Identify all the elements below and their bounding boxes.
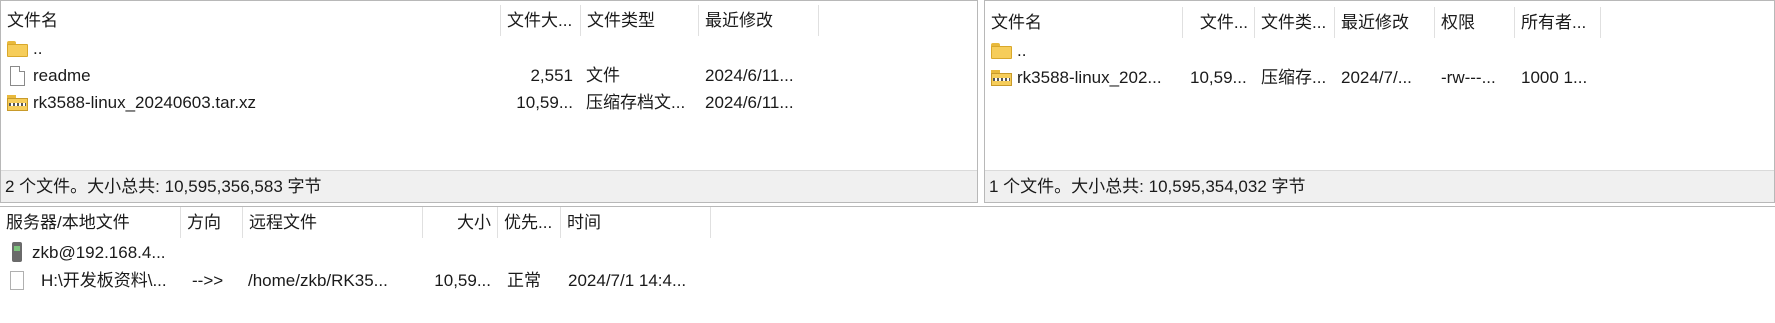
queue-col-priority-label: 优先... [504, 213, 553, 232]
file-size: 10,59... [516, 93, 573, 112]
remote-col-size[interactable]: 文件... [1183, 7, 1255, 38]
remote-col-type[interactable]: 文件类... [1255, 7, 1335, 38]
remote-col-size-label: 文件... [1199, 13, 1248, 32]
remote-file-list[interactable]: 文件名 ^ 文件... 文件类... 最近修改 权限 所有者... .. rk3… [984, 0, 1775, 203]
local-col-type-label: 文件类型 [587, 11, 655, 30]
folder-icon [991, 43, 1012, 59]
file-size: 2,551 [530, 66, 573, 85]
file-name: .. [1017, 41, 1027, 60]
remote-col-modified-label: 最近修改 [1341, 13, 1409, 32]
file-modified: 2024/6/11... [705, 66, 794, 85]
local-status-bar: 2 个文件。大小总共: 10,595,356,583 字节 [1, 170, 977, 202]
queue-col-local-file[interactable]: 服务器/本地文件 [0, 207, 181, 238]
remote-col-filename-label: 文件名 [991, 13, 1042, 32]
queue-col-direction[interactable]: 方向 [181, 207, 243, 238]
queue-col-size[interactable]: 大小 [423, 207, 498, 238]
list-item[interactable]: .. [985, 37, 1774, 64]
queue-server-row[interactable]: zkb@192.168.4... [0, 239, 1775, 266]
list-item[interactable]: rk3588-linux_20240603.tar.xz 10,59... 压缩… [1, 89, 977, 116]
remote-status-bar: 1 个文件。大小总共: 10,595,354,032 字节 [985, 170, 1774, 202]
file-owner: 1000 1... [1521, 68, 1588, 87]
local-col-modified[interactable]: 最近修改 [699, 5, 819, 36]
file-size: 10,59... [1190, 68, 1247, 87]
local-col-type[interactable]: 文件类型 [581, 5, 699, 36]
transfer-priority: 正常 [507, 271, 541, 290]
remote-status-text: 1 个文件。大小总共: 10,595,354,032 字节 [989, 177, 1306, 196]
queue-header: 服务器/本地文件 方向 远程文件 大小 优先... 时间 [0, 207, 1775, 238]
file-modified: 2024/6/11... [705, 93, 794, 112]
transfer-remote-file: /home/zkb/RK35... [248, 271, 388, 290]
queue-col-remote-file[interactable]: 远程文件 [243, 207, 423, 238]
queue-transfer-row[interactable]: H:\开发板资料\... -->> /home/zkb/RK35... 10,5… [0, 267, 1775, 294]
queue-col-time[interactable]: 时间 [561, 207, 711, 238]
file-type: 文件 [586, 66, 620, 85]
local-status-text: 2 个文件。大小总共: 10,595,356,583 字节 [5, 177, 322, 196]
local-col-size-label: 文件大... [507, 11, 573, 30]
sort-ascending-icon: ^ [1077, 0, 1084, 8]
server-label: zkb@192.168.4... [32, 243, 166, 262]
file-permissions: -rw---... [1441, 68, 1496, 87]
list-item[interactable]: .. [1, 35, 977, 62]
file-name: readme [33, 66, 91, 85]
local-col-size[interactable]: 文件大... [501, 5, 581, 36]
remote-col-type-label: 文件类... [1261, 13, 1327, 32]
remote-col-modified[interactable]: 最近修改 [1335, 7, 1435, 38]
local-file-list[interactable]: 文件名 ^ 文件大... 文件类型 最近修改 .. readme 2,551 文… [0, 0, 978, 203]
local-col-modified-label: 最近修改 [705, 11, 773, 30]
local-col-filename[interactable]: 文件名 [1, 5, 501, 36]
local-col-filename-label: 文件名 [7, 11, 58, 30]
list-item[interactable]: rk3588-linux_202... 10,59... 压缩存... 2024… [985, 64, 1774, 91]
file-icon [10, 271, 24, 290]
file-modified: 2024/7/... [1341, 68, 1412, 87]
transfer-local-file: H:\开发板资料\... [41, 271, 167, 290]
transfer-size: 10,59... [434, 271, 491, 290]
remote-col-filename[interactable]: 文件名 [985, 7, 1183, 38]
file-name: rk3588-linux_202... [1017, 68, 1162, 87]
transfer-direction: -->> [192, 271, 224, 290]
local-list-header: 文件名 ^ 文件大... 文件类型 最近修改 [1, 1, 977, 36]
archive-icon [7, 95, 28, 111]
file-type: 压缩存档文... [586, 93, 686, 112]
transfer-time: 2024/7/1 14:4... [568, 271, 687, 290]
server-icon [12, 242, 22, 262]
queue-col-local-file-label: 服务器/本地文件 [6, 213, 130, 232]
file-name: rk3588-linux_20240603.tar.xz [33, 93, 257, 112]
queue-col-direction-label: 方向 [187, 213, 221, 232]
transfer-queue[interactable]: 服务器/本地文件 方向 远程文件 大小 优先... 时间 zkb@192.168… [0, 206, 1775, 323]
file-icon [10, 66, 25, 86]
queue-col-time-label: 时间 [567, 213, 601, 232]
queue-col-remote-file-label: 远程文件 [249, 213, 317, 232]
queue-col-priority[interactable]: 优先... [498, 207, 561, 238]
remote-col-permissions[interactable]: 权限 [1435, 7, 1515, 38]
remote-col-owner-label: 所有者... [1521, 13, 1587, 32]
remote-col-permissions-label: 权限 [1441, 13, 1475, 32]
remote-list-header: 文件名 ^ 文件... 文件类... 最近修改 权限 所有者... [985, 1, 1774, 38]
folder-icon [7, 41, 28, 57]
file-name: .. [33, 39, 43, 58]
queue-col-size-label: 大小 [457, 213, 491, 232]
remote-col-owner[interactable]: 所有者... [1515, 7, 1601, 38]
archive-icon [991, 70, 1012, 86]
file-type: 压缩存... [1261, 68, 1327, 87]
sort-ascending-icon: ^ [247, 1, 253, 6]
list-item[interactable]: readme 2,551 文件 2024/6/11... [1, 62, 977, 89]
